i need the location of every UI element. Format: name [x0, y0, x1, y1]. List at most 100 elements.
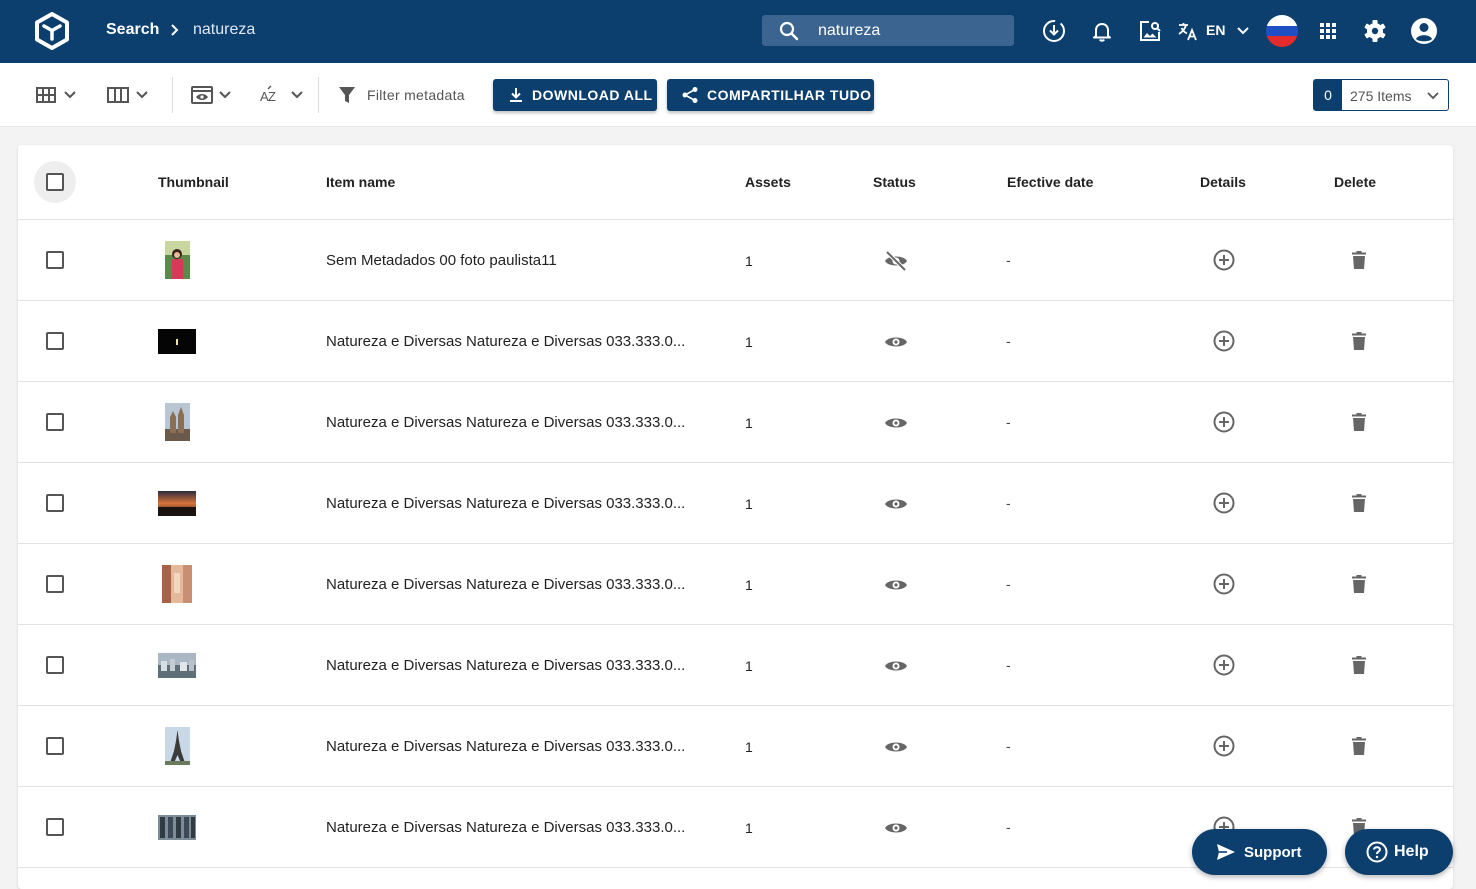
- trash-icon[interactable]: [1347, 248, 1371, 272]
- help-button[interactable]: Help: [1345, 829, 1453, 875]
- row-checkbox[interactable]: [46, 251, 64, 269]
- eye-icon[interactable]: [884, 816, 908, 840]
- thumbnail-image[interactable]: [158, 653, 196, 678]
- trash-icon[interactable]: [1347, 329, 1371, 353]
- filter-icon[interactable]: [338, 84, 356, 106]
- chevron-down-icon[interactable]: [1236, 24, 1250, 38]
- add-circle-icon[interactable]: [1212, 248, 1236, 272]
- columns-icon[interactable]: [107, 84, 129, 106]
- thumbnail-image[interactable]: [158, 815, 196, 840]
- row-checkbox[interactable]: [46, 575, 64, 593]
- item-name[interactable]: Sem Metadados 00 foto paulista11: [326, 252, 557, 269]
- add-circle-icon[interactable]: [1212, 329, 1236, 353]
- row-checkbox[interactable]: [46, 332, 64, 350]
- table-row[interactable]: Natureza e Diversas Natureza e Diversas …: [18, 544, 1453, 625]
- add-circle-icon[interactable]: [1212, 572, 1236, 596]
- eye-icon[interactable]: [884, 573, 908, 597]
- column-assets[interactable]: Assets: [745, 174, 791, 190]
- chevron-down-icon[interactable]: [135, 84, 149, 106]
- item-assets: 1: [745, 496, 753, 512]
- app-logo-icon[interactable]: [33, 12, 71, 50]
- column-thumbnail: Thumbnail: [158, 174, 229, 190]
- breadcrumb-current: natureza: [193, 21, 256, 38]
- gear-icon[interactable]: [1362, 18, 1388, 44]
- chevron-down-icon: [1427, 92, 1439, 100]
- add-circle-icon[interactable]: [1212, 734, 1236, 758]
- thumbnail-image[interactable]: [165, 403, 190, 441]
- column-status[interactable]: Status: [873, 174, 916, 190]
- add-circle-icon[interactable]: [1212, 491, 1236, 515]
- eye-off-icon[interactable]: [884, 249, 908, 273]
- language-selector[interactable]: EN: [1206, 22, 1225, 38]
- row-checkbox[interactable]: [46, 818, 64, 836]
- item-assets: 1: [745, 739, 753, 755]
- trash-icon[interactable]: [1347, 734, 1371, 758]
- preview-icon[interactable]: [191, 84, 213, 106]
- chevron-down-icon[interactable]: [218, 84, 232, 106]
- select-all-checkbox-wrap[interactable]: [34, 161, 76, 203]
- thumbnail-image[interactable]: [165, 241, 190, 279]
- item-name[interactable]: Natureza e Diversas Natureza e Diversas …: [326, 738, 685, 755]
- svg-text:Z: Z: [268, 89, 276, 104]
- search-icon[interactable]: [779, 21, 799, 41]
- items-per-page-select[interactable]: 0 275 Items: [1313, 79, 1449, 111]
- table-row[interactable]: Natureza e Diversas Natureza e Diversas …: [18, 301, 1453, 382]
- translate-icon[interactable]: [1176, 19, 1200, 43]
- item-assets: 1: [745, 415, 753, 431]
- table-row[interactable]: Natureza e Diversas Natureza e Diversas …: [18, 706, 1453, 787]
- breadcrumb-search-link[interactable]: Search: [106, 21, 159, 39]
- table-row[interactable]: Sem Metadados 00 foto paulista11 1 -: [18, 220, 1453, 301]
- bell-icon[interactable]: [1089, 18, 1115, 44]
- search-input[interactable]: [818, 19, 1003, 42]
- item-name[interactable]: Natureza e Diversas Natureza e Diversas …: [326, 333, 685, 350]
- table-row[interactable]: Natureza e Diversas Natureza e Diversas …: [18, 382, 1453, 463]
- toolbar-divider: [172, 77, 173, 113]
- trash-icon[interactable]: [1347, 491, 1371, 515]
- share-all-button[interactable]: COMPARTILHAR TUDO: [667, 79, 874, 111]
- apps-grid-icon[interactable]: [1316, 19, 1340, 43]
- item-name[interactable]: Natureza e Diversas Natureza e Diversas …: [326, 657, 685, 674]
- item-name[interactable]: Natureza e Diversas Natureza e Diversas …: [326, 495, 685, 512]
- item-effective-date: -: [1006, 819, 1011, 835]
- eye-icon[interactable]: [884, 492, 908, 516]
- account-icon[interactable]: [1410, 17, 1438, 45]
- add-circle-icon[interactable]: [1212, 653, 1236, 677]
- item-name[interactable]: Natureza e Diversas Natureza e Diversas …: [326, 414, 685, 431]
- row-checkbox[interactable]: [46, 656, 64, 674]
- item-name[interactable]: Natureza e Diversas Natureza e Diversas …: [326, 819, 685, 836]
- eye-icon[interactable]: [884, 411, 908, 435]
- item-name[interactable]: Natureza e Diversas Natureza e Diversas …: [326, 576, 685, 593]
- column-item-name[interactable]: Item name: [326, 174, 395, 190]
- item-assets: 1: [745, 253, 753, 269]
- table-row[interactable]: Natureza e Diversas Natureza e Diversas …: [18, 463, 1453, 544]
- eye-icon[interactable]: [884, 654, 908, 678]
- eye-icon[interactable]: [884, 330, 908, 354]
- item-effective-date: -: [1006, 252, 1011, 268]
- row-checkbox[interactable]: [46, 413, 64, 431]
- thumbnail-image[interactable]: [158, 491, 196, 516]
- column-effective-date[interactable]: Efective date: [1007, 174, 1093, 190]
- row-checkbox[interactable]: [46, 737, 64, 755]
- select-all-checkbox[interactable]: [46, 173, 64, 191]
- image-search-icon[interactable]: [1137, 18, 1163, 44]
- add-circle-icon[interactable]: [1212, 410, 1236, 434]
- trash-icon[interactable]: [1347, 653, 1371, 677]
- thumbnail-image[interactable]: [165, 727, 190, 765]
- sort-az-icon[interactable]: A Z: [259, 84, 279, 106]
- search-box[interactable]: [762, 15, 1014, 46]
- download-all-button[interactable]: DOWNLOAD ALL: [493, 79, 657, 111]
- flag-icon[interactable]: [1266, 15, 1298, 47]
- trash-icon[interactable]: [1347, 410, 1371, 434]
- download-circle-icon[interactable]: [1041, 18, 1067, 44]
- support-button[interactable]: Support: [1192, 829, 1327, 875]
- eye-icon[interactable]: [884, 735, 908, 759]
- chevron-down-icon[interactable]: [63, 84, 77, 106]
- row-checkbox[interactable]: [46, 494, 64, 512]
- thumbnail-image[interactable]: [162, 565, 192, 603]
- grid-view-icon[interactable]: [36, 84, 56, 106]
- thumbnail-image[interactable]: [158, 329, 196, 354]
- filter-metadata-button[interactable]: Filter metadata: [367, 87, 465, 103]
- table-row[interactable]: Natureza e Diversas Natureza e Diversas …: [18, 625, 1453, 706]
- trash-icon[interactable]: [1347, 572, 1371, 596]
- chevron-down-icon[interactable]: [290, 84, 304, 106]
